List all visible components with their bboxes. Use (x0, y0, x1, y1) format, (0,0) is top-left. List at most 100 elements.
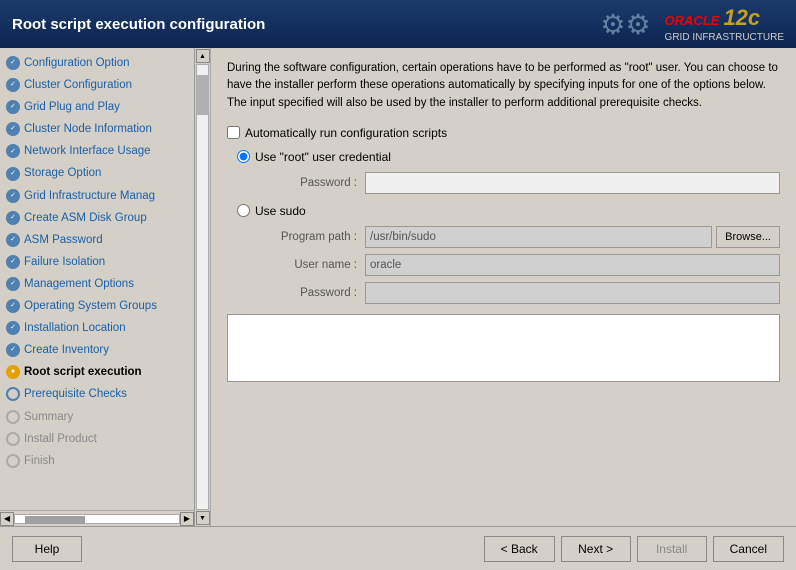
sidebar-label-root-script: Root script execution (24, 364, 142, 380)
sidebar-item-cluster-node[interactable]: ✓ Cluster Node Information (0, 118, 194, 140)
oracle-logo: ⚙⚙ ORACLE 12c GRID INFRASTRUCTURE (600, 5, 784, 44)
scroll-thumb[interactable] (25, 516, 85, 524)
root-password-row: Password : (265, 172, 780, 194)
footer-left: Help (12, 536, 82, 562)
vscroll-up-btn[interactable]: ▲ (196, 49, 210, 63)
sidebar-label-failure: Failure Isolation (24, 254, 105, 270)
main-container: ✓ Configuration Option ✓ Cluster Configu… (0, 48, 796, 526)
scroll-right-btn[interactable]: ▶ (180, 512, 194, 526)
product-name: GRID INFRASTRUCTURE (665, 31, 784, 44)
sidebar-label-storage: Storage Option (24, 165, 101, 181)
sidebar-label-os-groups: Operating System Groups (24, 298, 157, 314)
program-path-row: Program path : Browse... (265, 226, 780, 248)
sidebar-item-prereq[interactable]: Prerequisite Checks (0, 383, 194, 405)
program-path-input[interactable] (365, 226, 712, 248)
sidebar: ✓ Configuration Option ✓ Cluster Configu… (0, 48, 195, 526)
info-box (227, 314, 780, 382)
bullet-root-script: ● (6, 365, 20, 379)
vscroll-thumb[interactable] (197, 75, 209, 115)
sidebar-list: ✓ Configuration Option ✓ Cluster Configu… (0, 48, 194, 476)
sidebar-item-storage[interactable]: ✓ Storage Option (0, 162, 194, 184)
bullet-grid-mgmt: ✓ (6, 189, 20, 203)
back-button[interactable]: < Back (484, 536, 555, 562)
username-label: User name : (265, 259, 365, 271)
sidebar-label-asm-pwd: ASM Password (24, 232, 103, 248)
sidebar-item-grid-mgmt[interactable]: ✓ Grid Infrastructure Manag (0, 185, 194, 207)
sidebar-item-asm-disk[interactable]: ✓ Create ASM Disk Group (0, 207, 194, 229)
sidebar-label-create-inv: Create Inventory (24, 342, 109, 358)
sidebar-item-install-prod: Install Product (0, 428, 194, 450)
page-title: Root script execution configuration (12, 16, 265, 33)
scroll-left-btn[interactable]: ◀ (0, 512, 14, 526)
auto-run-checkbox[interactable] (227, 126, 240, 139)
username-input[interactable] (365, 254, 780, 276)
install-button[interactable]: Install (637, 536, 707, 562)
sudo-password-input[interactable] (365, 282, 780, 304)
bullet-finish (6, 454, 20, 468)
gear-icons: ⚙⚙ (600, 8, 650, 41)
auto-run-label[interactable]: Automatically run configuration scripts (245, 126, 447, 140)
radio-group: Use "root" user credential Password : Us… (237, 150, 780, 304)
sidebar-item-asm-pwd[interactable]: ✓ ASM Password (0, 229, 194, 251)
help-button[interactable]: Help (12, 536, 82, 562)
bullet-summary (6, 410, 20, 424)
root-password-input[interactable] (365, 172, 780, 194)
sidebar-item-os-groups[interactable]: ✓ Operating System Groups (0, 295, 194, 317)
sidebar-item-root-script[interactable]: ● Root script execution (0, 361, 194, 383)
footer-right: < Back Next > Install Cancel (484, 536, 784, 562)
sidebar-vscrollbar[interactable]: ▲ ▼ (195, 48, 211, 526)
bullet-install-loc: ✓ (6, 321, 20, 335)
sidebar-item-network[interactable]: ✓ Network Interface Usage (0, 140, 194, 162)
next-button[interactable]: Next > (561, 536, 631, 562)
sudo-radio[interactable] (237, 204, 250, 217)
form-section: Automatically run configuration scripts … (227, 126, 780, 304)
bullet-grid-plug: ✓ (6, 100, 20, 114)
content-panel: During the software configuration, certa… (211, 48, 796, 526)
sidebar-item-finish: Finish (0, 450, 194, 472)
vscroll-track[interactable] (196, 64, 209, 510)
sidebar-item-grid-plug[interactable]: ✓ Grid Plug and Play (0, 96, 194, 118)
sidebar-scroll-area[interactable]: ✓ Configuration Option ✓ Cluster Configu… (0, 48, 194, 510)
bullet-mgmt-options: ✓ (6, 277, 20, 291)
sidebar-label-grid-mgmt: Grid Infrastructure Manag (24, 188, 155, 204)
vscroll-down-btn[interactable]: ▼ (196, 511, 210, 525)
bullet-install-prod (6, 432, 20, 446)
bullet-prereq (6, 387, 20, 401)
root-credential-radio[interactable] (237, 150, 250, 163)
root-credential-label[interactable]: Use "root" user credential (255, 150, 391, 164)
bullet-asm-disk: ✓ (6, 211, 20, 225)
bullet-cluster-config: ✓ (6, 78, 20, 92)
browse-button[interactable]: Browse... (716, 226, 780, 248)
title-bar: Root script execution configuration ⚙⚙ O… (0, 0, 796, 48)
sidebar-item-mgmt-options[interactable]: ✓ Management Options (0, 273, 194, 295)
bullet-config-option: ✓ (6, 56, 20, 70)
sudo-label[interactable]: Use sudo (255, 204, 306, 218)
sidebar-label-install-loc: Installation Location (24, 320, 126, 336)
sidebar-item-cluster-config[interactable]: ✓ Cluster Configuration (0, 74, 194, 96)
sidebar-label-summary: Summary (24, 409, 73, 425)
sidebar-label-asm-disk: Create ASM Disk Group (24, 210, 147, 226)
scroll-track[interactable] (14, 514, 180, 524)
title-text: Root script execution configuration (12, 16, 265, 33)
sidebar-item-create-inv[interactable]: ✓ Create Inventory (0, 339, 194, 361)
sudo-fields: Program path : Browse... User name : Pas… (265, 226, 780, 304)
cancel-button[interactable]: Cancel (713, 536, 784, 562)
bullet-storage: ✓ (6, 167, 20, 181)
bullet-failure: ✓ (6, 255, 20, 269)
sidebar-item-install-loc[interactable]: ✓ Installation Location (0, 317, 194, 339)
footer: Help < Back Next > Install Cancel (0, 526, 796, 570)
username-row: User name : (265, 254, 780, 276)
sidebar-item-config-option[interactable]: ✓ Configuration Option (0, 52, 194, 74)
program-path-label: Program path : (265, 231, 365, 243)
sidebar-label-config-option: Configuration Option (24, 55, 129, 71)
sidebar-label-install-prod: Install Product (24, 431, 97, 447)
sidebar-label-mgmt-options: Management Options (24, 276, 134, 292)
sidebar-hscrollbar[interactable]: ◀ ▶ (0, 510, 194, 526)
sidebar-label-cluster-node: Cluster Node Information (24, 121, 152, 137)
sidebar-item-summary: Summary (0, 406, 194, 428)
root-credential-option: Use "root" user credential (237, 150, 780, 164)
sidebar-label-finish: Finish (24, 453, 55, 469)
sudo-password-row: Password : (265, 282, 780, 304)
description-text: During the software configuration, certa… (227, 60, 780, 112)
sidebar-item-failure[interactable]: ✓ Failure Isolation (0, 251, 194, 273)
